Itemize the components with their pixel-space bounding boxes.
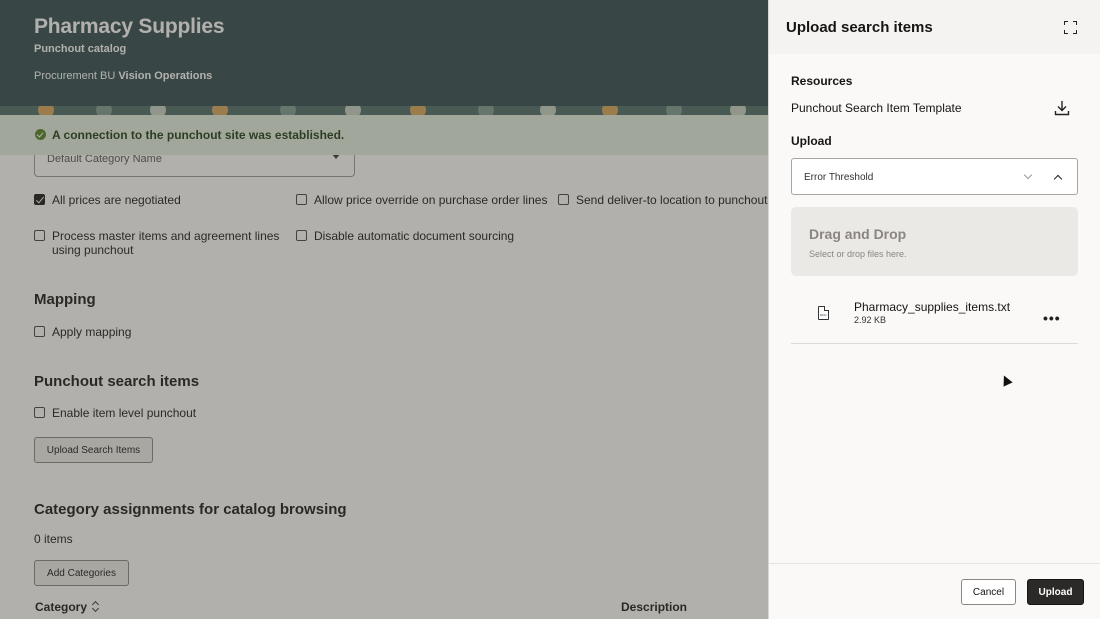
- cancel-button[interactable]: Cancel: [961, 579, 1016, 605]
- file-name: Pharmacy_supplies_items.txt: [854, 300, 1011, 314]
- punchout-catalog-page: Pharmacy Supplies Punchout catalog Procu…: [0, 0, 768, 619]
- more-options-icon[interactable]: •••: [1043, 310, 1061, 326]
- dropzone-subtitle: Select or drop files here.: [809, 249, 907, 259]
- file-size: 2.92 KB: [854, 315, 887, 325]
- resources-label: Resources: [791, 74, 853, 88]
- error-threshold-select[interactable]: Error Threshold: [791, 158, 1078, 195]
- document-icon: [818, 306, 829, 320]
- chevron-down-icon[interactable]: [1023, 170, 1033, 180]
- uploaded-file-row: Pharmacy_supplies_items.txt 2.92 KB •••: [791, 288, 1078, 344]
- chevron-up-icon[interactable]: [1053, 174, 1063, 184]
- modal-overlay[interactable]: [0, 0, 768, 619]
- upload-label: Upload: [791, 134, 832, 148]
- drawer-header: Upload search items: [769, 0, 1100, 54]
- download-icon[interactable]: [1054, 100, 1070, 116]
- upload-button[interactable]: Upload: [1027, 579, 1084, 605]
- file-dropzone[interactable]: Drag and Drop Select or drop files here.: [791, 207, 1078, 276]
- expand-icon[interactable]: [1064, 21, 1077, 34]
- drawer-footer: Cancel Upload: [769, 563, 1100, 619]
- template-link[interactable]: Punchout Search Item Template: [791, 101, 962, 115]
- error-threshold-value: Error Threshold: [804, 172, 874, 183]
- dropzone-title: Drag and Drop: [809, 226, 907, 242]
- upload-search-items-drawer: Upload search items Resources Punchout S…: [768, 0, 1100, 619]
- drawer-title: Upload search items: [786, 19, 933, 36]
